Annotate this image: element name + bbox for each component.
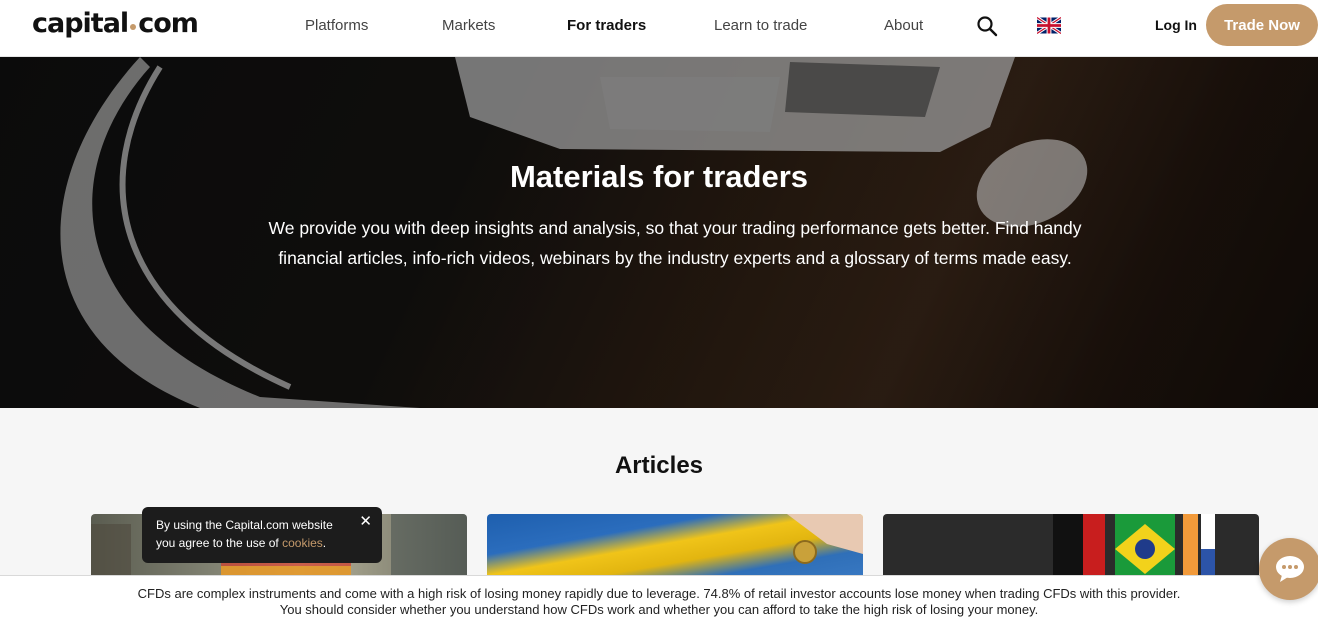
capital-com-logo[interactable]: capital com bbox=[32, 8, 199, 39]
article-image-2 bbox=[787, 514, 863, 564]
cookie-text-line1: By using the Capital.com website bbox=[156, 518, 333, 532]
logo-text-right: com bbox=[138, 8, 199, 39]
nav-learn-to-trade[interactable]: Learn to trade bbox=[714, 17, 807, 34]
risk-warning-banner: CFDs are complex instruments and come wi… bbox=[0, 575, 1318, 627]
cookie-text-prefix: you agree to the use of bbox=[156, 536, 283, 550]
cookie-text-line2: you agree to the use of cookies. bbox=[156, 534, 352, 552]
hero-title: Materials for traders bbox=[509, 159, 809, 194]
cookies-link[interactable]: cookies bbox=[282, 536, 323, 550]
site-header: capital com Platforms Markets For trader… bbox=[0, 0, 1318, 57]
nav-for-traders[interactable]: For traders bbox=[567, 17, 646, 34]
nav-markets[interactable]: Markets bbox=[442, 17, 495, 34]
risk-warning-line1: CFDs are complex instruments and come wi… bbox=[137, 586, 1181, 601]
cookie-text-suffix: . bbox=[322, 536, 327, 550]
articles-heading: Articles bbox=[614, 452, 704, 479]
risk-warning-line2: You should consider whether you understa… bbox=[279, 602, 1039, 617]
chat-button[interactable] bbox=[1259, 538, 1318, 600]
article-card-2[interactable] bbox=[487, 514, 863, 584]
chat-bubble-icon bbox=[1276, 556, 1304, 582]
article-image-3 bbox=[1053, 514, 1215, 584]
trade-now-button[interactable]: Trade Now bbox=[1206, 4, 1318, 46]
hero-description: We provide you with deep insights and an… bbox=[268, 218, 1082, 268]
logo-text-left: capital bbox=[32, 8, 129, 39]
logo-dot bbox=[130, 23, 137, 30]
article-card-3[interactable] bbox=[883, 514, 1259, 584]
hero-banner: Materials for traders We provide you wit… bbox=[0, 57, 1318, 408]
search-icon[interactable] bbox=[976, 15, 998, 37]
nav-platforms[interactable]: Platforms bbox=[305, 17, 368, 34]
cookie-notice: By using the Capital.com website you agr… bbox=[142, 507, 382, 563]
login-link[interactable]: Log In bbox=[1155, 17, 1197, 33]
nav-about[interactable]: About bbox=[884, 17, 923, 34]
uk-flag-icon[interactable] bbox=[1037, 17, 1061, 34]
close-icon[interactable]: ✕ bbox=[359, 513, 372, 531]
